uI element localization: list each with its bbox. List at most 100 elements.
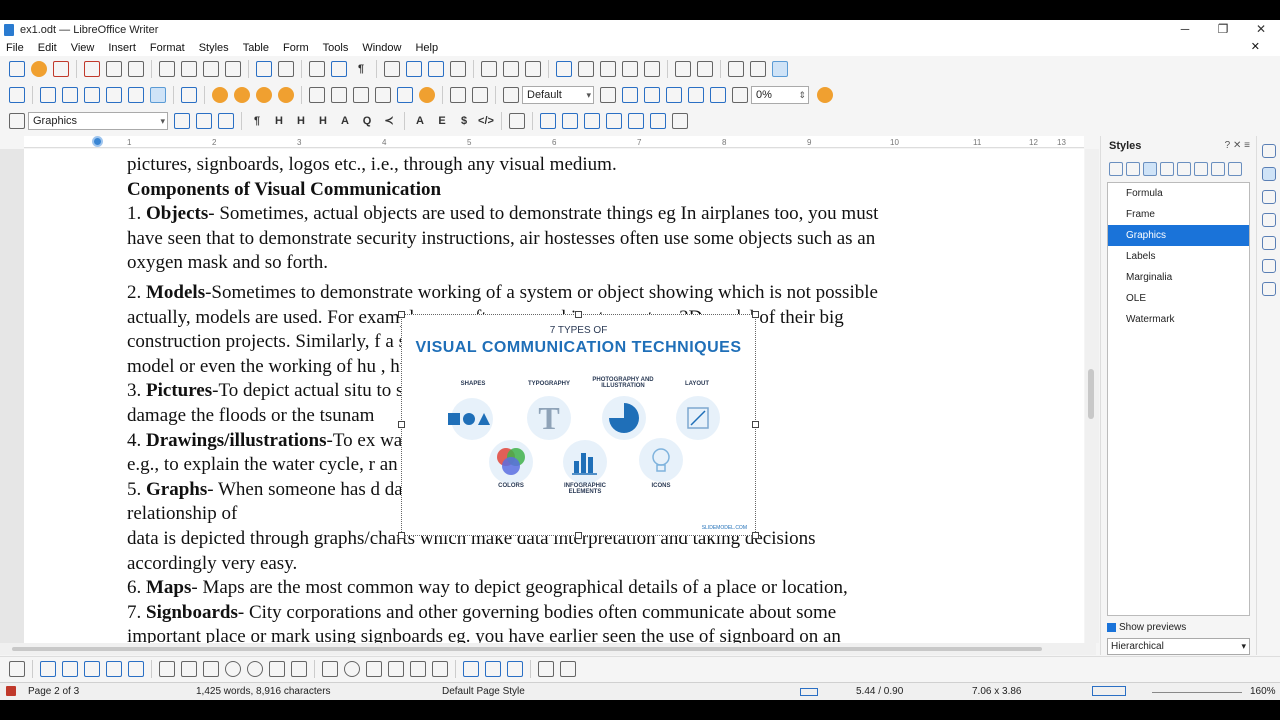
line-tool-icon[interactable] — [40, 660, 56, 677]
basic-shapes-icon[interactable] — [750, 61, 766, 77]
list-styles-icon[interactable] — [1177, 162, 1191, 176]
vertical-scrollbar[interactable] — [1085, 149, 1099, 643]
roman-list-icon[interactable] — [628, 113, 644, 129]
rectangle-icon[interactable] — [159, 660, 175, 677]
points-icon[interactable] — [463, 660, 479, 677]
zoom-slider[interactable] — [1152, 692, 1242, 693]
document-line[interactable]: accordingly very easy. — [127, 552, 997, 577]
numbered-list-icon[interactable] — [562, 113, 578, 129]
print-icon[interactable] — [106, 61, 122, 77]
bullet-list-icon[interactable] — [540, 113, 556, 129]
style-item-marginalia[interactable]: Marginalia — [1108, 267, 1249, 288]
style-item-watermark[interactable]: Watermark — [1108, 309, 1249, 330]
wrap-left-icon[interactable] — [106, 87, 122, 103]
frame-styles-icon[interactable] — [1143, 162, 1157, 176]
cross-reference-icon[interactable] — [644, 61, 660, 77]
horizontal-ruler[interactable]: 1 2 3 4 5 6 7 8 9 10 11 12 13 — [24, 136, 1084, 148]
page-styles-icon[interactable] — [1160, 162, 1174, 176]
update-style-icon[interactable] — [174, 113, 190, 129]
new-style-icon[interactable] — [1228, 162, 1242, 176]
maximize-button[interactable]: ❐ — [1204, 20, 1242, 40]
flowchart-icon[interactable] — [432, 660, 448, 677]
document-page[interactable]: pictures, signboards, logos etc., i.e., … — [24, 149, 1084, 643]
resize-handle[interactable] — [752, 532, 759, 539]
menu-file[interactable]: File — [6, 42, 24, 54]
document-line[interactable]: pictures, signboards, logos etc., i.e., … — [127, 153, 997, 178]
bring-to-front-icon[interactable] — [212, 87, 228, 103]
sidebar-controls[interactable]: ? ✕ ≡ — [1225, 140, 1250, 151]
code-icon[interactable]: </> — [478, 113, 494, 129]
document-line[interactable]: Components of Visual Communication — [127, 178, 997, 203]
polygon-icon[interactable] — [128, 660, 144, 677]
wrap-through-icon[interactable] — [150, 87, 166, 103]
ruler-indent-handle[interactable] — [92, 136, 103, 147]
anchor-icon[interactable] — [9, 87, 25, 103]
line-icon[interactable] — [728, 61, 744, 77]
flip-vertical-icon[interactable] — [622, 87, 638, 103]
horizontal-scrollbar[interactable] — [0, 643, 1096, 655]
select-pointer-icon[interactable] — [9, 660, 25, 677]
track-changes-icon[interactable] — [697, 61, 713, 77]
wrap-page-icon[interactable] — [62, 87, 78, 103]
fill-format-icon[interactable] — [1211, 162, 1225, 176]
align-objects-icon[interactable] — [181, 87, 197, 103]
border-color-icon[interactable] — [397, 87, 413, 103]
heading2-icon[interactable]: H — [293, 113, 309, 129]
menu-styles[interactable]: Styles — [199, 42, 229, 54]
preformatted-icon[interactable]: Q — [359, 113, 375, 129]
menu-table[interactable]: Table — [243, 42, 269, 54]
page-deck-icon[interactable] — [1262, 236, 1276, 250]
menu-tools[interactable]: Tools — [323, 42, 349, 54]
default-paragraph-icon[interactable] — [218, 113, 234, 129]
document-line[interactable]: 7. Signboards- City corporations and oth… — [127, 601, 997, 626]
insert-textbox-icon[interactable] — [450, 61, 466, 77]
selected-image-frame[interactable]: 7 TYPES OF VISUAL COMMUNICATION TECHNIQU… — [398, 311, 759, 539]
insert-image-icon[interactable] — [406, 61, 422, 77]
rotate-left-icon[interactable] — [666, 87, 682, 103]
page-style[interactable]: Default Page Style — [442, 686, 525, 697]
scrollbar-thumb[interactable] — [12, 647, 1042, 651]
menu-window[interactable]: Window — [362, 42, 401, 54]
rounded-rectangle-icon[interactable] — [181, 660, 197, 677]
frame-style-combo[interactable]: Default ▾ — [522, 86, 594, 104]
bookmark-icon[interactable] — [622, 61, 638, 77]
close-document-button[interactable]: ✕ — [1251, 40, 1260, 53]
paragraph-styles-icon[interactable] — [1109, 162, 1123, 176]
smiley-icon[interactable] — [344, 660, 360, 677]
cut-icon[interactable] — [159, 61, 175, 77]
callout-icon[interactable] — [410, 660, 426, 677]
minimize-button[interactable]: ─ — [1166, 20, 1204, 40]
document-line[interactable]: 2. Models-Sometimes to demonstrate worki… — [127, 281, 997, 306]
shadow-icon[interactable] — [560, 660, 576, 677]
redo-icon[interactable] — [278, 61, 294, 77]
new-document-icon[interactable] — [9, 61, 25, 77]
resize-handle[interactable] — [575, 311, 582, 318]
block-arrow-icon[interactable] — [366, 660, 382, 677]
style-item-ole[interactable]: OLE — [1108, 288, 1249, 309]
style-item-labels[interactable]: Labels — [1108, 246, 1249, 267]
square-icon[interactable] — [203, 660, 219, 677]
manage-changes-icon[interactable] — [1262, 282, 1276, 296]
style-item-formula[interactable]: Formula — [1108, 183, 1249, 204]
zoom-level[interactable]: 160% — [1250, 686, 1276, 697]
navigator-deck-icon[interactable] — [1262, 213, 1276, 227]
resize-handle[interactable] — [752, 311, 759, 318]
character-styles-icon[interactable] — [1126, 162, 1140, 176]
save-icon[interactable] — [53, 61, 69, 77]
spelling-icon[interactable] — [331, 61, 347, 77]
insert-field-icon[interactable] — [503, 61, 519, 77]
rotate-right-icon[interactable] — [688, 87, 704, 103]
original-size-icon[interactable] — [710, 87, 726, 103]
send-to-back-icon[interactable] — [278, 87, 294, 103]
export-pdf-icon[interactable] — [84, 61, 100, 77]
resize-handle[interactable] — [398, 421, 405, 428]
footnote-icon[interactable] — [578, 61, 594, 77]
endnote-icon[interactable] — [600, 61, 616, 77]
wrap-optimal-icon[interactable] — [84, 87, 100, 103]
gallery-deck-icon[interactable] — [1262, 190, 1276, 204]
border-style-icon[interactable] — [375, 87, 391, 103]
document-line[interactable]: have seen that to demonstrate security i… — [127, 227, 997, 252]
star-icon[interactable] — [388, 660, 404, 677]
draw-functions-icon[interactable] — [772, 61, 788, 77]
resize-handle[interactable] — [575, 532, 582, 539]
